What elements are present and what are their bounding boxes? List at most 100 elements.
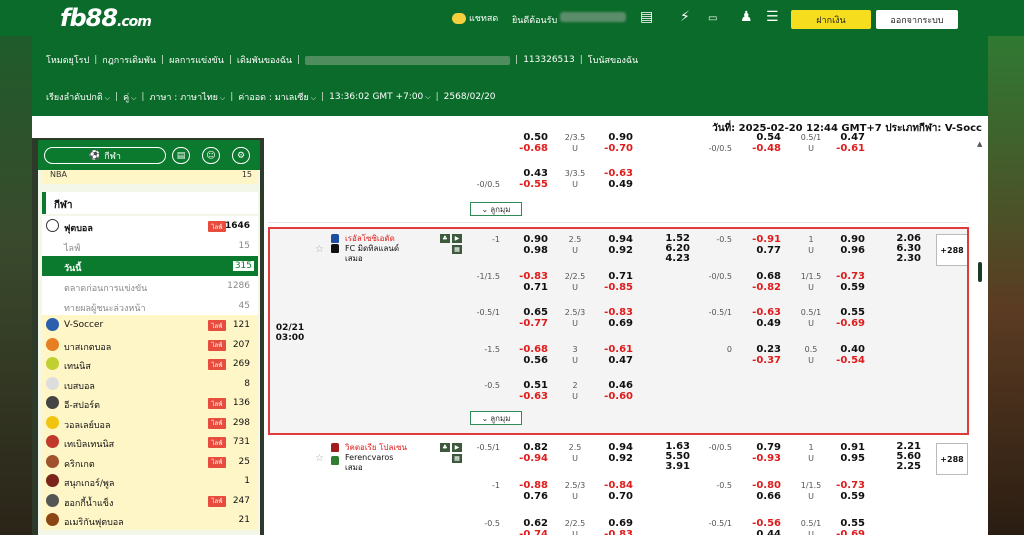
ft-over-under-odds[interactable]: -0.63 0.49 xyxy=(603,168,633,190)
ft-handicap-odds[interactable]: -0.88 0.76 xyxy=(518,480,548,502)
sidebar-item-sport[interactable]: V-Soccer ไลฟ์ 121 xyxy=(42,315,258,335)
nav-my-bonus[interactable]: โบนัสของฉัน xyxy=(588,53,638,67)
logout-button[interactable]: ออกจากระบบ xyxy=(876,10,958,29)
sidebar-item-sport[interactable]: อเมริกันฟุตบอล 21 xyxy=(42,510,258,530)
sport-icon xyxy=(46,493,59,507)
bet-slip-icon[interactable]: ▤ xyxy=(172,147,190,164)
nav-results[interactable]: ผลการแข่งขัน xyxy=(169,53,224,67)
sport-icon xyxy=(46,435,59,448)
bet-slip-icon[interactable]: ▤ xyxy=(640,10,653,24)
sidebar-item-label: เทเบิลเทนนิส xyxy=(64,440,115,450)
over-under-line: 2.5/3 U xyxy=(564,481,586,501)
handicap-line: -0.5/1 xyxy=(476,443,500,452)
ht-over-under-odds[interactable]: 0.55 -0.69 xyxy=(835,518,865,535)
fb88-logo[interactable]: fb88.com xyxy=(60,4,152,32)
lightning-icon[interactable]: ⚡ xyxy=(680,10,690,24)
ht-over-under-odds[interactable]: 0.47 -0.61 xyxy=(835,132,865,154)
scrollbar[interactable]: ▲ xyxy=(974,138,988,535)
sidebar-item-nba[interactable]: NBA 15 xyxy=(42,170,258,184)
ht-handicap-odds[interactable]: 0.79 -0.93 xyxy=(751,442,781,464)
sort-dropdown[interactable]: เรียงลำดับปกติ ⌵ xyxy=(46,90,110,104)
odds-type-dropdown[interactable]: ค่าออด : มาเลเซีย ⌵ xyxy=(238,90,316,104)
language-dropdown[interactable]: ภาษา : ภาษาไทย ⌵ xyxy=(149,90,225,104)
ft-over-under-odds[interactable]: 0.90 -0.70 xyxy=(603,132,633,154)
favorite-star-icon[interactable]: ☆ xyxy=(315,453,324,464)
promo-icon[interactable]: ▭ xyxy=(708,12,717,26)
sidebar-item-count: 207 xyxy=(232,339,250,350)
more-markets-button[interactable]: ⌄ ลูกมุม xyxy=(470,202,522,216)
chevron-down-icon: ⌵ xyxy=(425,93,431,101)
user-icon[interactable]: ☺ xyxy=(202,147,220,164)
ht-over-under-odds[interactable]: -0.73 0.59 xyxy=(835,480,865,502)
handicap-line: -1 xyxy=(492,481,500,490)
sidebar-item-count: 121 xyxy=(232,320,250,330)
checklist-icon[interactable]: ☰ xyxy=(766,10,779,24)
live-badge: ไลฟ์ xyxy=(208,221,226,232)
ht-handicap-odds[interactable]: -0.56 0.44 xyxy=(751,518,781,535)
sidebar-item-count: 731 xyxy=(232,437,250,447)
ft-over-under-odds[interactable]: 0.94 0.92 xyxy=(603,442,633,464)
user-icon[interactable]: ♟ xyxy=(740,10,753,24)
sidebar-sub-live[interactable]: ไลฟ์ 15 xyxy=(42,236,258,256)
sidebar-item-count: 247 xyxy=(232,495,250,506)
sidebar-item-sport[interactable]: อี-สปอร์ต ไลฟ์ 136 xyxy=(42,393,258,413)
ft-over-under-odds[interactable]: 0.69 -0.83 xyxy=(603,518,633,535)
sidebar-sub-outright[interactable]: ทายผลผู้ชนะล่วงหน้า 45 xyxy=(42,296,258,316)
sidebar-item-sport[interactable]: บาสเกตบอล ไลฟ์ 207 xyxy=(42,334,258,355)
sidebar-item-sport[interactable]: สนุกเกอร์/พูล 1 xyxy=(42,471,258,491)
handicap-line: -0.5 xyxy=(484,519,500,528)
stats-icon[interactable]: ♣ xyxy=(440,443,450,452)
more-bets-button[interactable]: +288 xyxy=(936,443,968,475)
live-stream-icon[interactable]: ▶ xyxy=(452,443,462,452)
sidebar-item-sport[interactable]: ฮอกกี้น้ำแข็ง ไลฟ์ 247 xyxy=(42,490,258,511)
ft-handicap-odds[interactable]: 0.62 -0.74 xyxy=(518,518,548,535)
nav-european-mode[interactable]: โหมดยุโรป xyxy=(46,53,89,67)
sidebar-item-count: 21 xyxy=(238,515,250,525)
ht-handicap-odds[interactable]: -0.80 0.66 xyxy=(751,480,781,502)
sidebar-item-football[interactable]: ฟุตบอล ไลฟ์ 1646 xyxy=(42,216,258,236)
ht-1x2-odds[interactable]: 2.21 5.60 2.25 xyxy=(891,442,921,472)
highlight-frame xyxy=(268,227,969,435)
pair-dropdown[interactable]: คู่ ⌵ xyxy=(123,90,136,104)
ft-1x2-odds[interactable]: 1.63 5.50 3.91 xyxy=(660,442,690,472)
ft-handicap-odds[interactable]: 0.50 -0.68 xyxy=(518,132,548,154)
sports-button[interactable]: ⚽ กีฬา xyxy=(44,147,166,164)
live-badge: ไลฟ์ xyxy=(208,456,226,468)
settings-icon[interactable]: ⚙ xyxy=(232,147,250,164)
deposit-button[interactable]: ฝากเงิน xyxy=(791,10,871,29)
sidebar-item-label: เทนนิส xyxy=(64,362,91,372)
handicap-line: -0/0.5 xyxy=(476,180,500,189)
ht-handicap-line: -0/0.5 xyxy=(708,443,732,452)
sport-icon xyxy=(46,376,59,390)
scrollbar-thumb[interactable] xyxy=(978,262,982,282)
sidebar-sub-early-market[interactable]: ตลาดก่อนการแข่งขัน 1286 xyxy=(42,276,258,296)
ht-handicap-odds[interactable]: 0.54 -0.48 xyxy=(751,132,781,154)
sidebar-item-sport[interactable]: เบสบอล 8 xyxy=(42,373,258,394)
welcome-text: ยินดีต้อนรับ xyxy=(512,16,558,26)
ht-over-under-odds[interactable]: 0.91 0.95 xyxy=(835,442,865,464)
ft-handicap-odds[interactable]: 0.43 -0.55 xyxy=(518,168,548,190)
background-art-right xyxy=(988,36,1024,535)
live-chat-link[interactable]: แชทสด xyxy=(452,11,498,25)
ft-handicap-odds[interactable]: 0.82 -0.94 xyxy=(518,442,548,464)
over-under-line: 2/2.5 U xyxy=(564,519,586,535)
sidebar-item-sport[interactable]: เทนนิส ไลฟ์ 269 xyxy=(42,354,258,374)
team-jersey-icon xyxy=(331,456,339,465)
match-teams[interactable]: วิคตอเรีย โปลเซน Ferencvaros เสมอ xyxy=(345,443,407,473)
clock-dropdown[interactable]: 13:36:02 GMT +7:00 ⌵ xyxy=(329,92,430,102)
ft-over-under-odds[interactable]: -0.84 0.70 xyxy=(603,480,633,502)
sidebar-section-sports: กีฬา xyxy=(42,192,258,214)
sport-icon xyxy=(46,396,59,409)
nav-my-bets[interactable]: เดิมพันของฉัน xyxy=(237,53,292,67)
top-bar: fb88.com แชทสด ยินดีต้อนรับ ▤ ⚡ ▭ ♟ ☰ ฝา… xyxy=(0,0,1024,36)
sport-icon xyxy=(46,337,59,351)
sidebar-toolbar: ⚽ กีฬา ▤ ☺ ⚙ xyxy=(38,140,260,170)
sidebar-sub-today[interactable]: วันนี้ 315 xyxy=(42,256,258,276)
sidebar-item-sport[interactable]: เทเบิลเทนนิส ไลฟ์ 731 xyxy=(42,432,258,452)
ht-over-under-line: 1U xyxy=(808,443,814,463)
field-icon[interactable]: ▦ xyxy=(452,454,462,463)
sidebar-item-sport[interactable]: คริกเกต ไลฟ์ 25 xyxy=(42,451,258,472)
sidebar-item-sport[interactable]: วอลเลย์บอล ไลฟ์ 298 xyxy=(42,412,258,433)
nav-betting-rules[interactable]: กฎการเดิมพัน xyxy=(102,53,156,67)
sidebar-item-label: สนุกเกอร์/พูล xyxy=(64,479,115,489)
